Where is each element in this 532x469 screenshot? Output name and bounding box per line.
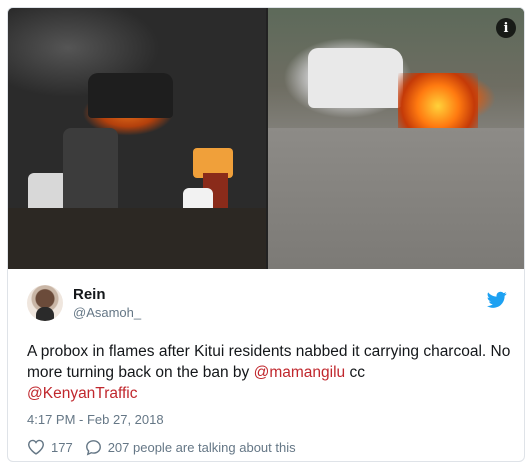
tweet-header: Rein @Asamoh_ [27,285,507,325]
user-handle[interactable]: @Asamoh_ [73,305,141,320]
speech-bubble-icon[interactable] [85,439,102,456]
tweet-timestamp[interactable]: 4:17 PM - Feb 27, 2018 [27,412,164,427]
like-count[interactable]: 177 [51,440,73,455]
person-dark-clothes [63,128,118,218]
mention-link[interactable]: @KenyanTraffic [27,385,138,402]
tweet-card[interactable]: i Rein @Asamoh_ A probox in flames after… [7,7,525,462]
photo-people-loading-charcoal[interactable] [8,8,266,269]
twitter-bird-icon[interactable] [487,291,507,309]
mention-link[interactable]: @mamangilu [254,364,346,381]
tweet-media[interactable]: i [8,8,524,269]
tweet-text: A probox in flames after Kitui residents… [27,341,517,404]
user-name[interactable]: Rein [73,286,106,303]
white-car [308,48,403,108]
fire [398,73,478,128]
heart-icon[interactable] [27,439,45,455]
info-icon[interactable]: i [496,18,516,38]
avatar[interactable] [27,285,63,321]
tweet-actions: 177 207 people are talking about this [27,438,296,456]
road [268,128,524,269]
tweet-text-part: cc [345,364,365,381]
talking-count[interactable]: 207 people are talking about this [108,440,296,455]
photo-burning-car[interactable]: i [268,8,524,269]
charcoal-ground [8,208,266,269]
car-silhouette [88,73,173,118]
